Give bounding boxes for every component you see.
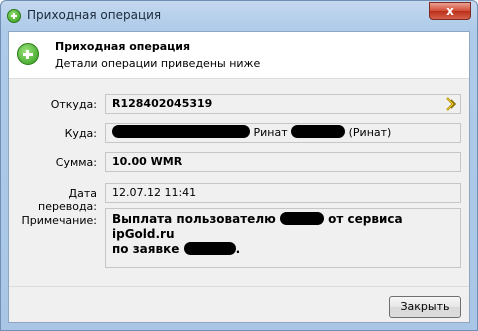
dialog-header: Приходная операция Детали операции приве… [9, 32, 469, 79]
note-label: Примечание: [21, 214, 97, 227]
double-chevron-right-icon[interactable] [445, 97, 457, 111]
note-text-4: . [235, 242, 241, 256]
from-label: Откуда: [50, 98, 97, 111]
date-value: 12.07.12 11:41 [112, 186, 197, 199]
close-button[interactable]: Закрыть [389, 296, 461, 318]
date-label: Дата перевода: [38, 187, 97, 213]
title-bar[interactable]: Приходная операция x [1, 1, 477, 31]
from-field[interactable]: R128402045319 [105, 94, 461, 114]
header-subtitle: Детали операции приведены ниже [55, 57, 261, 70]
to-label: Куда: [64, 127, 97, 140]
plus-circle-icon [7, 9, 21, 23]
amount-field[interactable]: 10.00 WMR [105, 152, 461, 172]
window-title: Приходная операция [27, 8, 162, 22]
amount-label: Сумма: [55, 156, 97, 169]
header-title: Приходная операция [55, 40, 191, 53]
from-value: R128402045319 [112, 97, 213, 110]
redacted-block [183, 242, 236, 255]
dialog-window: Приходная операция x Приходная операция … [0, 0, 478, 331]
redacted-block [279, 212, 324, 225]
date-field[interactable]: 12.07.12 11:41 [105, 183, 461, 203]
redacted-block [112, 125, 250, 138]
dialog-footer: Закрыть [9, 286, 469, 323]
amount-value: 10.00 WMR [112, 155, 183, 168]
to-field[interactable]: Ринат (Ринат) [105, 123, 461, 143]
dialog-body: Приходная операция Детали операции приве… [8, 31, 470, 323]
redacted-block [291, 125, 346, 138]
to-suffix: (Ринат) [348, 126, 392, 139]
window-close-button[interactable]: x [429, 2, 471, 20]
note-text-1: Выплата пользователю [112, 212, 276, 226]
plus-circle-icon [17, 43, 39, 65]
note-text-3: по заявке [112, 242, 180, 256]
to-name: Ринат [253, 126, 288, 139]
note-field[interactable]: Выплата пользователю от сервиса ipGold.r… [105, 208, 461, 268]
